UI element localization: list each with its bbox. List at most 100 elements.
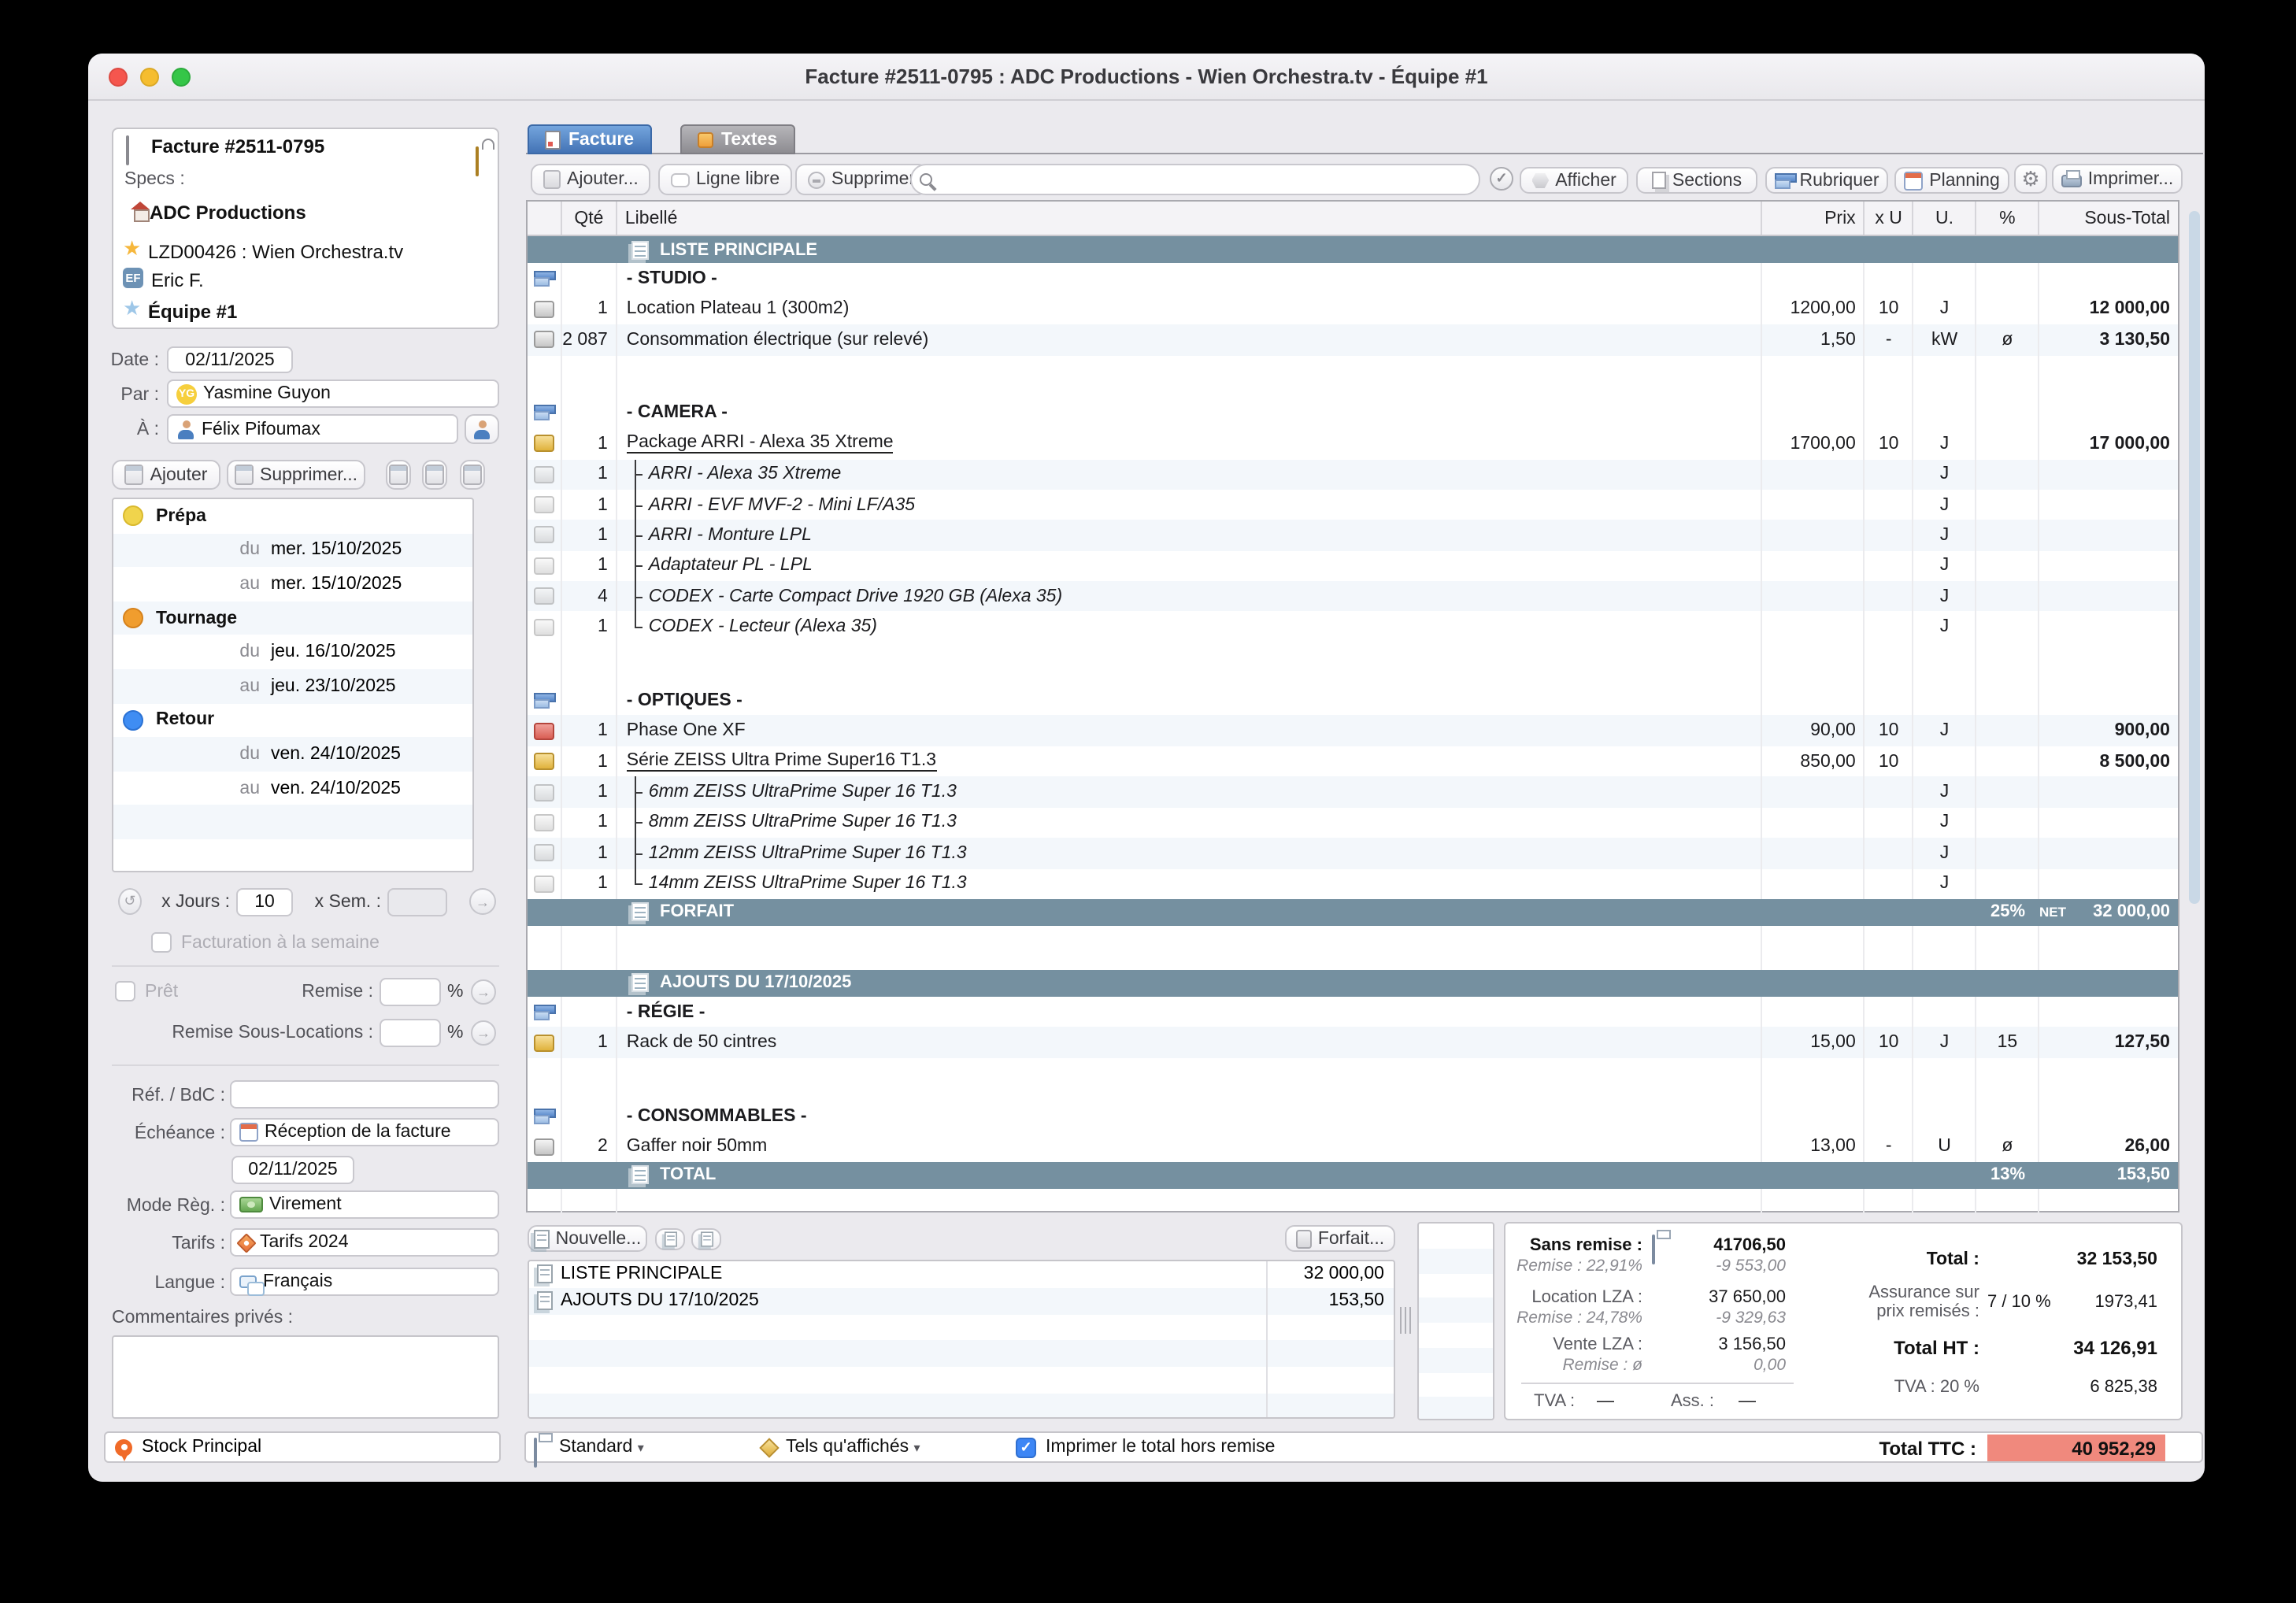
phase-tool-button-1[interactable] (386, 460, 411, 490)
print-total-checkbox[interactable]: ✓ (1016, 1438, 1036, 1458)
item-row[interactable]: 2 087Consommation électrique (sur relevé… (528, 324, 2178, 355)
echeance-date-input[interactable]: 02/11/2025 (231, 1156, 354, 1184)
section-bar-forfait[interactable]: FORFAIT25%NET32 000,00 (528, 899, 2178, 926)
phase-tool-button-3[interactable] (460, 460, 485, 490)
item-row[interactable]: 1Package ARRI - Alexa 35 Xtreme1700,0010… (528, 428, 2178, 459)
item-row[interactable]: 1Rack de 50 cintres15,0010J15127,50 (528, 1027, 2178, 1058)
print-mode-icon (759, 1438, 779, 1457)
undo-days-button[interactable]: ↺ (118, 888, 142, 915)
item-row[interactable]: 2Gaffer noir 50mm13,00-Uø26,00 (528, 1131, 2178, 1162)
echeance-input[interactable]: Réception de la facture (230, 1118, 499, 1146)
validate-button[interactable]: ✓ (1490, 167, 1513, 191)
phase-row[interactable]: Prépa (113, 499, 472, 533)
package-subitem-row[interactable]: 1ARRI - Monture LPLJ (528, 520, 2178, 551)
subsection-row[interactable]: - CAMERA - (528, 398, 2178, 428)
sections-button[interactable]: Sections (1636, 167, 1757, 194)
section-summary-row[interactable]: LISTE PRINCIPALE32 000,00 (529, 1261, 1394, 1288)
langue-label: Langue : (104, 1274, 225, 1293)
section-summary-row[interactable]: AJOUTS DU 17/10/2025153,50 (529, 1288, 1394, 1315)
stock-selector[interactable]: Stock Principal (104, 1431, 501, 1463)
package-subitem-row[interactable]: 16mm ZEISS UltraPrime Super 16 T1.3J (528, 777, 2178, 808)
section-bar-ajouts-du-17-10-2025[interactable]: AJOUTS DU 17/10/2025 (528, 970, 2178, 997)
phase-date-row[interactable]: aujeu. 23/10/2025 (113, 669, 472, 703)
apply-days-button[interactable]: → (469, 888, 496, 915)
project-star-icon: ★ (123, 238, 141, 258)
phases-list[interactable]: Prépadumer. 15/10/2025aumer. 15/10/2025T… (112, 498, 474, 872)
mode-reglement-input[interactable]: Virement (230, 1190, 499, 1219)
package-subitem-row[interactable]: 114mm ZEISS UltraPrime Super 16 T1.3J (528, 868, 2178, 899)
settings-button[interactable]: ⚙ (2014, 164, 2047, 194)
phase-row[interactable]: Retour (113, 703, 472, 737)
section-add-button[interactable] (691, 1228, 721, 1250)
package-subitem-row[interactable]: 18mm ZEISS UltraPrime Super 16 T1.3J (528, 807, 2178, 838)
add-line-button[interactable]: Ajouter... (531, 164, 651, 195)
package-subitem-row[interactable]: 1Adaptateur PL - LPLJ (528, 550, 2178, 581)
package-subitem-row[interactable]: 1CODEX - Lecteur (Alexa 35)J (528, 612, 2178, 642)
phase-date-row[interactable]: aumer. 15/10/2025 (113, 567, 472, 601)
remise-sl-input[interactable] (380, 1019, 441, 1047)
section-doc-icon (631, 1166, 649, 1185)
subsection-row[interactable]: - RÉGIE - (528, 997, 2178, 1027)
table-body: LISTE PRINCIPALE- STUDIO -1Location Plat… (528, 236, 2178, 1214)
delete-line-button[interactable]: Supprimer (795, 164, 928, 195)
empty-list-row (1419, 1323, 1493, 1348)
item-row[interactable]: 1Location Plateau 1 (300m2)1200,0010J12 … (528, 294, 2178, 324)
date-input[interactable]: 02/11/2025 (167, 346, 293, 373)
section-edit-button[interactable] (655, 1228, 685, 1250)
afficher-button[interactable]: Afficher (1520, 167, 1628, 194)
item-row[interactable]: 1Phase One XF90,0010J900,00 (528, 716, 2178, 746)
phase-tool-button-2[interactable] (422, 460, 447, 490)
sections-list[interactable]: LISTE PRINCIPALE32 000,00AJOUTS DU 17/10… (528, 1260, 1395, 1419)
search-input[interactable] (910, 164, 1480, 195)
apply-remise-sl-button[interactable]: → (471, 1020, 496, 1046)
print-mode-dropdown[interactable]: Tels qu'affichés ▾ (786, 1438, 920, 1457)
remise-input[interactable] (380, 978, 441, 1006)
xsem-input[interactable] (387, 888, 447, 916)
par-input[interactable]: YG Yasmine Guyon (167, 379, 499, 408)
print-model-dropdown[interactable]: Standard ▾ (559, 1438, 644, 1457)
close-button[interactable] (109, 68, 128, 87)
delete-phase-button[interactable]: Supprimer... (227, 460, 365, 490)
pret-checkbox[interactable] (115, 981, 135, 1001)
item-row[interactable]: 1Série ZEISS Ultra Prime Super16 T1.3850… (528, 746, 2178, 777)
free-line-button[interactable]: Ligne libre (658, 164, 792, 195)
minimize-button[interactable] (140, 68, 159, 87)
package-subitem-row[interactable]: 112mm ZEISS UltraPrime Super 16 T1.3J (528, 838, 2178, 868)
section-bar-liste-principale[interactable]: LISTE PRINCIPALE (528, 236, 2178, 263)
subsection-row[interactable]: - OPTIQUES - (528, 685, 2178, 716)
facturation-semaine-checkbox[interactable] (151, 932, 172, 953)
col-subtotal: Sous-Total (2039, 202, 2178, 235)
item-icon (534, 331, 554, 349)
subsection-row[interactable]: - STUDIO - (528, 263, 2178, 294)
subsection-row[interactable]: - CONSOMMABLES - (528, 1101, 2178, 1131)
tab-facture[interactable]: Facture (528, 124, 651, 154)
apply-remise-button[interactable]: → (471, 979, 496, 1005)
zoom-button[interactable] (172, 68, 191, 87)
phase-row[interactable]: Tournage (113, 602, 472, 635)
print-total-label: Imprimer le total hors remise (1046, 1438, 1275, 1457)
ref-input[interactable] (230, 1080, 499, 1109)
section-bar-total[interactable]: TOTAL13%153,50 (528, 1162, 2178, 1189)
commentaires-textarea[interactable] (112, 1335, 499, 1419)
package-subitem-row[interactable]: 1ARRI - EVF MVF-2 - Mini LF/A35J (528, 490, 2178, 520)
planning-button[interactable]: Planning (1894, 167, 2009, 194)
tab-textes[interactable]: Textes (680, 124, 794, 154)
phase-date-row[interactable]: dujeu. 16/10/2025 (113, 635, 472, 669)
splitter-handle[interactable] (1400, 1307, 1411, 1334)
phase-date-row[interactable]: duven. 24/10/2025 (113, 737, 472, 771)
phase-date-row[interactable]: auven. 24/10/2025 (113, 772, 472, 805)
package-subitem-row[interactable]: 1ARRI - Alexa 35 XtremeJ (528, 459, 2178, 490)
xjours-input[interactable]: 10 (236, 888, 293, 916)
choose-contact-button[interactable] (465, 414, 499, 444)
table-scrollbar[interactable] (2189, 211, 2200, 904)
package-subitem-row[interactable]: 4CODEX - Carte Compact Drive 1920 GB (Al… (528, 581, 2178, 612)
print-button[interactable]: Imprimer... (2052, 164, 2183, 194)
recipient-input[interactable]: Félix Pifoumax (167, 414, 458, 444)
forfait-button[interactable]: Forfait... (1285, 1225, 1395, 1252)
add-phase-button[interactable]: Ajouter (112, 460, 220, 490)
tarifs-input[interactable]: Tarifs 2024 (230, 1228, 499, 1257)
new-section-button[interactable]: Nouvelle... (528, 1225, 647, 1252)
rubriquer-button[interactable]: Rubriquer (1765, 167, 1888, 194)
phase-date-row[interactable]: dumer. 15/10/2025 (113, 533, 472, 567)
langue-input[interactable]: Français (230, 1268, 499, 1296)
